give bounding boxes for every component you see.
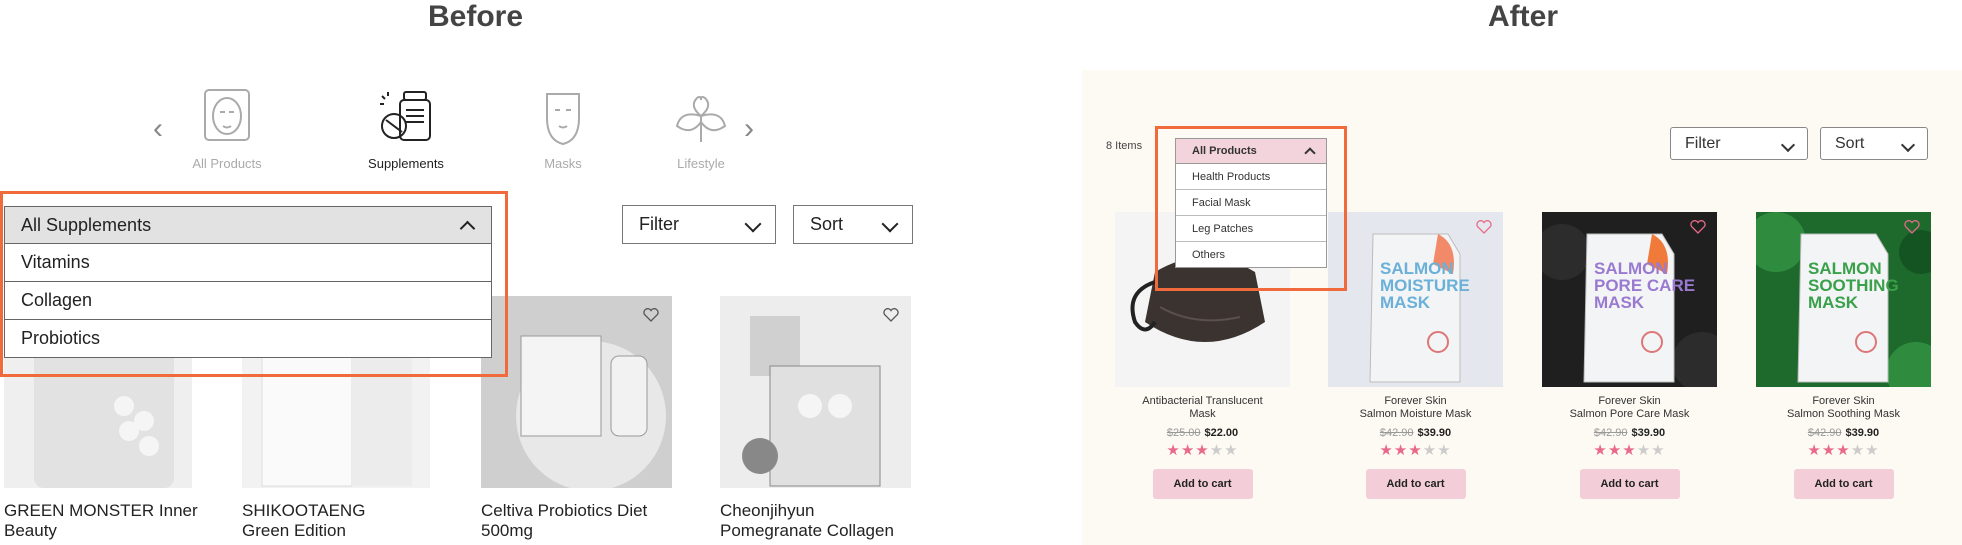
pack-text: SALMON MOISTURE MASK — [1380, 259, 1470, 312]
category-all-products[interactable]: All Products — [157, 86, 297, 171]
filter-select[interactable]: Filter — [622, 205, 776, 244]
filter-label: Filter — [1685, 134, 1721, 152]
heart-icon[interactable] — [643, 308, 659, 322]
category-supplements[interactable]: Supplements — [336, 86, 476, 171]
rating-stars: ★★★★★ — [1379, 442, 1452, 459]
after-heading: After — [1488, 0, 1559, 33]
heart-icon[interactable] — [1690, 220, 1706, 234]
sort-label: Sort — [810, 214, 844, 234]
add-to-cart-button[interactable]: Add to cart — [1579, 469, 1680, 499]
product-name[interactable]: Forever Skin Salmon Soothing Mask — [1756, 395, 1931, 421]
sort-label: Sort — [1835, 134, 1865, 152]
heart-icon[interactable] — [1904, 220, 1920, 234]
face-icon — [195, 86, 259, 150]
rating-stars: ★★★★★ — [1166, 442, 1239, 459]
product-price: $42.90 $39.90 — [1379, 427, 1452, 439]
filter-select[interactable]: Filter — [1670, 127, 1808, 160]
product-name[interactable]: SHIKOOTAENG Green Edition — [242, 501, 365, 541]
add-to-cart-button[interactable]: Add to cart — [1365, 469, 1466, 499]
product-name[interactable]: GREEN MONSTER Inner Beauty — [4, 501, 198, 541]
heart-icon[interactable] — [1476, 220, 1492, 234]
product-image[interactable]: SALMON MOISTURE MASK — [1328, 212, 1503, 387]
product-image[interactable] — [720, 296, 911, 488]
category-masks[interactable]: Masks — [493, 86, 633, 171]
product-image[interactable] — [481, 296, 672, 488]
pack-text: SALMON SOOTHING MASK — [1808, 259, 1899, 312]
chevron-down-icon — [1900, 137, 1916, 153]
product-name[interactable]: Cheonjihyun Pomegranate Collagen — [720, 501, 894, 541]
category-label: Masks — [544, 156, 582, 171]
product-price: $42.90 $39.90 — [1807, 427, 1880, 439]
filter-label: Filter — [639, 214, 679, 234]
highlight-box — [0, 191, 508, 377]
product-card[interactable]: SALMON SOOTHING MASK Forever Skin Salmon… — [1756, 212, 1931, 499]
rating-stars: ★★★★★ — [1593, 442, 1666, 459]
sort-select[interactable]: Sort — [793, 205, 913, 244]
items-count: 8 Items — [1106, 140, 1143, 152]
chevron-down-icon — [1780, 137, 1796, 153]
category-label: All Products — [192, 156, 262, 171]
category-lifestyle[interactable]: Lifestyle — [631, 86, 771, 171]
product-price: $42.90 $39.90 — [1593, 427, 1666, 439]
chevron-down-icon — [881, 215, 899, 233]
highlight-box — [1155, 126, 1347, 291]
product-card[interactable]: SALMON PORE CARE MASK Forever Skin Salmo… — [1542, 212, 1717, 499]
product-name[interactable]: Celtiva Probiotics Diet 500mg — [481, 501, 647, 541]
sort-select[interactable]: Sort — [1820, 127, 1928, 160]
product-image[interactable]: SALMON SOOTHING MASK — [1756, 212, 1931, 387]
product-name[interactable]: Forever Skin Salmon Pore Care Mask — [1542, 395, 1717, 421]
before-heading: Before — [428, 0, 524, 33]
category-label: Supplements — [368, 156, 444, 171]
rating-stars: ★★★★★ — [1807, 442, 1880, 459]
category-label: Lifestyle — [677, 156, 725, 171]
leaf-heart-icon — [669, 86, 733, 150]
mask-icon — [531, 86, 595, 150]
heart-icon[interactable] — [883, 308, 899, 322]
product-card[interactable]: SALMON MOISTURE MASK Forever Skin Salmon… — [1328, 212, 1503, 499]
product-price: $25.00 $22.00 — [1166, 427, 1239, 439]
add-to-cart-button[interactable]: Add to cart — [1793, 469, 1894, 499]
product-image[interactable]: SALMON PORE CARE MASK — [1542, 212, 1717, 387]
product-name[interactable]: Antibacterial Translucent Mask — [1115, 395, 1290, 421]
pack-text: SALMON PORE CARE MASK — [1594, 259, 1696, 312]
product-name[interactable]: Forever Skin Salmon Moisture Mask — [1328, 395, 1503, 421]
add-to-cart-button[interactable]: Add to cart — [1152, 469, 1253, 499]
supplements-icon — [374, 86, 438, 150]
chevron-down-icon — [744, 215, 762, 233]
